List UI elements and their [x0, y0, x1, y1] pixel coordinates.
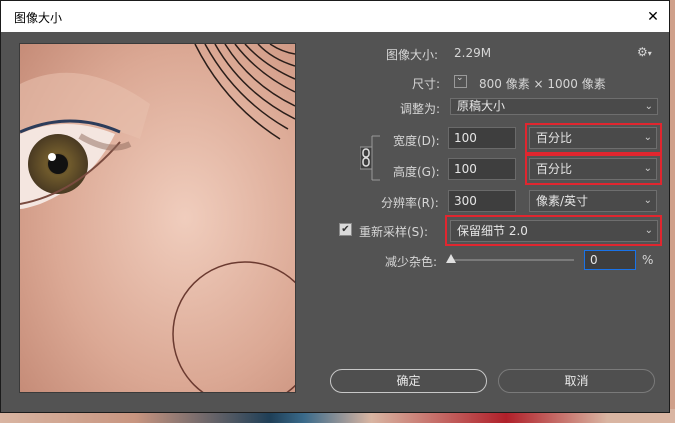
preview-photo [20, 44, 295, 392]
ok-button[interactable]: 确定 [330, 369, 487, 393]
highlight-box-width-unit [525, 123, 662, 154]
dimensions-value: 800 像素 × 1000 像素 [479, 77, 606, 91]
height-input[interactable]: 100 [448, 158, 516, 180]
image-size-dialog: 图像大小 ✕ 图像大小: 2.29M ⚙▾ 尺寸: ⌄ 800 像素 × 100… [0, 0, 670, 413]
close-button[interactable]: ✕ [639, 1, 667, 32]
dimensions-dropdown-toggle[interactable]: ⌄ [454, 73, 467, 88]
constrain-proportions-link[interactable] [360, 135, 382, 181]
title-bar: 图像大小 ✕ [1, 1, 669, 32]
chevron-down-icon: ▾ [647, 49, 652, 58]
image-size-label: 图像大小: [386, 48, 439, 62]
resolution-input[interactable]: 300 [448, 190, 516, 212]
gear-icon: ⚙ [637, 45, 648, 59]
chevron-down-icon: ⌄ [643, 195, 652, 206]
width-label: 宽度(D): [393, 134, 440, 148]
chevron-down-icon: ⌄ [644, 101, 653, 112]
reduce-noise-slider-track[interactable] [451, 259, 574, 261]
reduce-noise-slider-thumb[interactable] [446, 254, 456, 263]
reduce-noise-input[interactable]: 0 [584, 250, 636, 270]
highlight-box-resample [445, 215, 662, 246]
reduce-noise-label: 减少杂色: [385, 255, 438, 269]
image-size-value: 2.29M [454, 46, 492, 60]
fit-to-select[interactable]: 原稿大小 ⌄ [450, 98, 658, 115]
resample-checkbox[interactable]: ✔ [339, 223, 352, 236]
close-icon: ✕ [647, 8, 659, 25]
chevron-down-icon: ⌄ [456, 73, 464, 83]
dimensions-label: 尺寸: [412, 77, 441, 91]
cancel-button[interactable]: 取消 [498, 369, 655, 393]
fit-to-value: 原稿大小 [457, 99, 506, 113]
fit-to-label: 调整为: [400, 102, 441, 116]
height-label: 高度(G): [393, 165, 440, 179]
resample-label: 重新采样(S): [359, 225, 429, 239]
settings-gear-button[interactable]: ⚙▾ [637, 45, 652, 59]
dialog-title: 图像大小 [14, 11, 63, 25]
image-preview[interactable] [19, 43, 296, 393]
reduce-noise-unit: % [642, 253, 654, 267]
resolution-unit-select[interactable]: 像素/英寸 ⌄ [529, 190, 657, 212]
resolution-unit-value: 像素/英寸 [536, 194, 589, 208]
resolution-label: 分辨率(R): [381, 196, 439, 210]
checkmark-icon: ✔ [341, 223, 350, 235]
highlight-box-height-unit [525, 154, 662, 185]
width-input[interactable]: 100 [448, 127, 516, 149]
